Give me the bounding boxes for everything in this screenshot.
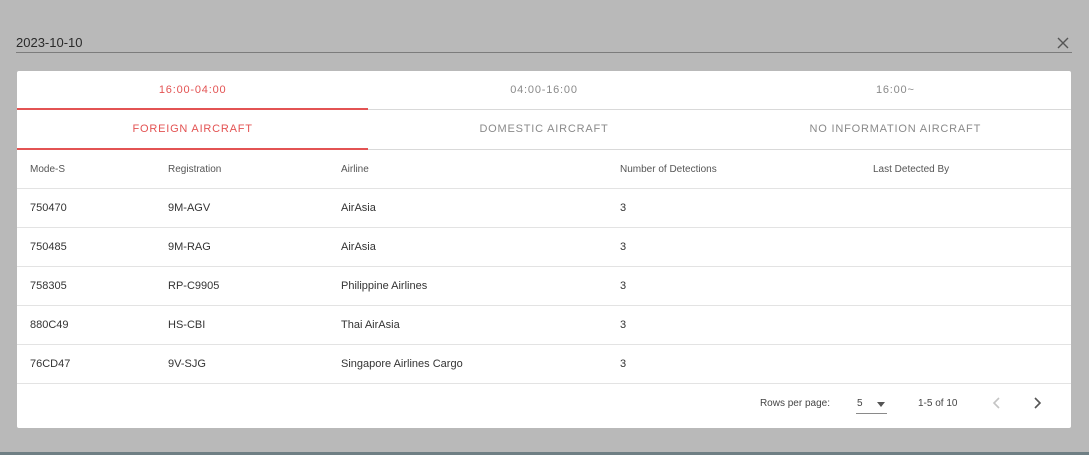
cell-detections: 3 [607,305,860,345]
cell-airline: Singapore Airlines Cargo [328,344,607,384]
pagination: Rows per page: 5 1-5 of 10 [17,381,1071,428]
cell-airline: AirAsia [328,188,607,228]
date-header: 2023-10-10 [16,28,1072,53]
tab-foreign-aircraft[interactable]: FOREIGN AIRCRAFT [17,110,369,150]
chevron-right-icon[interactable] [1028,394,1046,412]
table-row[interactable]: 76CD47 9V-SJG Singapore Airlines Cargo 3 [17,344,1071,384]
table-row[interactable]: 758305 RP-C9905 Philippine Airlines 3 [17,266,1071,306]
rows-per-page-value: 5 [857,398,863,409]
tab-no-information-aircraft[interactable]: NO INFORMATION AIRCRAFT [720,110,1071,149]
page-range: 1-5 of 10 [918,398,958,409]
aircraft-type-tabs: FOREIGN AIRCRAFT DOMESTIC AIRCRAFT NO IN… [17,110,1071,150]
cell-detections: 3 [607,227,860,267]
column-header-last-detected-by[interactable]: Last Detected By [860,150,1071,189]
chevron-left-icon[interactable] [988,394,1006,412]
cell-registration: RP-C9905 [155,266,328,306]
cell-mode-s: 758305 [17,266,155,306]
table-header-row: Mode-S Registration Airline Number of De… [17,150,1071,189]
cell-registration: 9M-AGV [155,188,328,228]
cell-mode-s: 750485 [17,227,155,267]
cell-last-detected-by [860,266,1071,306]
cell-last-detected-by [860,305,1071,345]
cell-airline: Thai AirAsia [328,305,607,345]
tab-16-onward[interactable]: 16:00~ [720,71,1071,109]
table-row[interactable]: 750470 9M-AGV AirAsia 3 [17,188,1071,228]
cell-detections: 3 [607,266,860,306]
rows-per-page-select[interactable]: 5 [856,393,887,414]
aircraft-table: Mode-S Registration Airline Number of De… [17,150,1071,384]
column-header-airline[interactable]: Airline [328,150,607,189]
cell-last-detected-by [860,344,1071,384]
rows-per-page-label: Rows per page: [759,398,830,409]
time-range-tabs: 16:00-04:00 04:00-16:00 16:00~ [17,71,1071,110]
cell-registration: 9M-RAG [155,227,328,267]
caret-down-icon [877,402,885,407]
tab-04-16[interactable]: 04:00-16:00 [368,71,719,109]
close-icon[interactable] [1056,36,1070,50]
cell-detections: 3 [607,188,860,228]
tab-domestic-aircraft[interactable]: DOMESTIC AIRCRAFT [368,110,719,149]
cell-registration: 9V-SJG [155,344,328,384]
selected-date: 2023-10-10 [16,35,83,50]
table-row[interactable]: 880C49 HS-CBI Thai AirAsia 3 [17,305,1071,345]
column-header-detections[interactable]: Number of Detections [607,150,860,189]
tab-16-04[interactable]: 16:00-04:00 [17,71,369,110]
cell-mode-s: 880C49 [17,305,155,345]
cell-airline: Philippine Airlines [328,266,607,306]
aircraft-panel: 16:00-04:00 04:00-16:00 16:00~ FOREIGN A… [17,71,1071,428]
column-header-registration[interactable]: Registration [155,150,328,189]
table-row[interactable]: 750485 9M-RAG AirAsia 3 [17,227,1071,267]
cell-detections: 3 [607,344,860,384]
cell-registration: HS-CBI [155,305,328,345]
cell-mode-s: 750470 [17,188,155,228]
cell-last-detected-by [860,227,1071,267]
column-header-mode-s[interactable]: Mode-S [17,150,155,189]
cell-airline: AirAsia [328,227,607,267]
cell-last-detected-by [860,188,1071,228]
cell-mode-s: 76CD47 [17,344,155,384]
